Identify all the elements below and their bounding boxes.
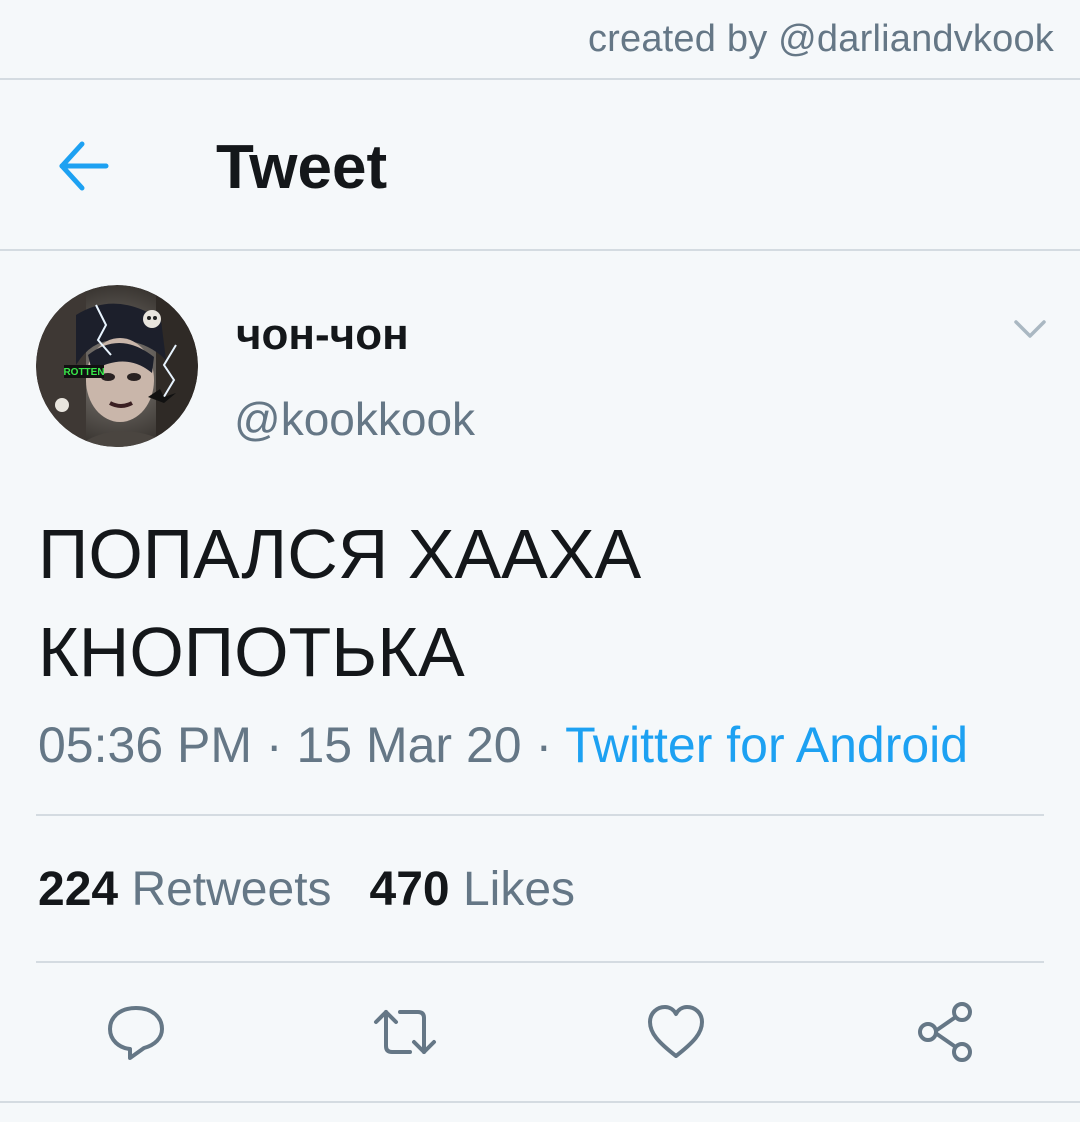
- meta-separator: ·: [521, 717, 566, 773]
- meta-separator: ·: [252, 717, 297, 773]
- back-button[interactable]: [54, 138, 114, 194]
- retweets-stat[interactable]: 224 Retweets: [38, 863, 332, 916]
- retweet-button[interactable]: [370, 1000, 436, 1064]
- avatar[interactable]: ROTTEN: [36, 285, 198, 447]
- reply-icon: [108, 1006, 164, 1060]
- author-handle[interactable]: @kookkook: [234, 392, 475, 446]
- tweet-text-line: ПОПАЛСЯ ХААХА: [38, 515, 642, 593]
- tweet-date: 15 Mar 20: [296, 717, 522, 773]
- arrow-left-icon: [59, 141, 109, 191]
- tweet-menu-button[interactable]: [1010, 312, 1050, 346]
- retweet-icon: [374, 1010, 436, 1054]
- share-icon: [918, 1002, 972, 1062]
- avatar-badge-text: ROTTEN: [63, 367, 104, 378]
- top-bar: Tweet: [0, 80, 1080, 251]
- tweet-meta: 05:36 PM · 15 Mar 20 · Twitter for Andro…: [38, 716, 968, 774]
- divider: [36, 961, 1044, 963]
- bottom-divider: [0, 1101, 1080, 1103]
- tweet-time: 05:36 PM: [38, 717, 253, 773]
- watermark-bar: created by @darliandvkook: [0, 0, 1080, 80]
- heart-icon: [648, 1005, 704, 1058]
- reply-button[interactable]: [104, 1000, 168, 1064]
- avatar-image: ROTTEN: [36, 285, 198, 447]
- share-button[interactable]: [914, 1000, 978, 1064]
- like-button[interactable]: [644, 1000, 708, 1064]
- tweet-source-link[interactable]: Twitter for Android: [565, 717, 968, 773]
- tweet-text: ПОПАЛСЯ ХААХА КНОПОТЬКА: [38, 505, 1038, 701]
- watermark-text: created by @darliandvkook: [587, 18, 1054, 60]
- retweet-label: Retweets: [131, 863, 332, 916]
- like-count: 470: [369, 863, 450, 916]
- chevron-down-icon: [1014, 320, 1046, 338]
- divider: [36, 814, 1044, 816]
- author-name[interactable]: чон-чон: [236, 310, 409, 360]
- tweet-stats: 224 Retweets 470 Likes: [38, 862, 575, 917]
- likes-stat[interactable]: 470 Likes: [370, 863, 576, 916]
- page-title: Tweet: [216, 133, 388, 202]
- tweet-text-line: КНОПОТЬКА: [38, 613, 465, 691]
- like-label: Likes: [462, 863, 576, 916]
- retweet-count: 224: [38, 863, 119, 916]
